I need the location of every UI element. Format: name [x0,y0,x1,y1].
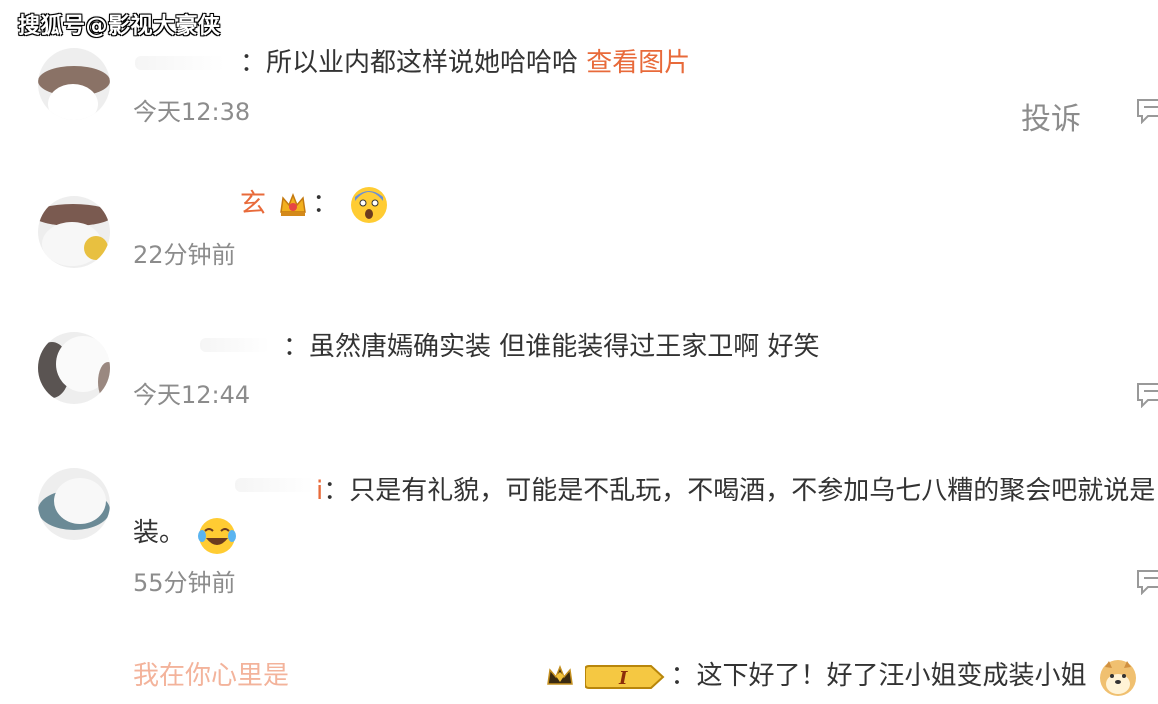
avatar[interactable] [38,48,110,120]
svg-text:I: I [618,668,628,689]
comment-time: 55分钟前 [133,569,236,597]
comment-time: 22分钟前 [133,241,236,269]
comment-text-line2: 装。 [133,512,237,554]
crown-badge-icon [280,192,307,216]
reply-icon[interactable] [1136,382,1158,408]
comment-time: 今天12:44 [133,381,251,409]
comment-body-continued: 装。 [133,518,186,548]
reply-icon[interactable] [1136,98,1158,124]
username-redacted [235,478,315,492]
avatar[interactable] [38,196,110,268]
watermark: 搜狐号@影视大豪侠 [18,14,221,39]
comment-body: ：这下好了！好了汪小姐变成装小姐 [670,661,1087,691]
comment-text: ：虽然唐嫣确实装 但谁能装得过王家卫啊 好笑 [283,326,820,363]
comment-body: ： [312,189,339,219]
comment-text: i：只是有礼貌，可能是不乱玩，不喝酒，不参加乌七八糟的聚会吧就说是 [316,470,1155,507]
avatar[interactable] [38,468,110,540]
vip-badge-icon: I [584,664,665,689]
comment-body: ：虽然唐嫣确实装 但谁能装得过王家卫啊 好笑 [283,332,820,362]
comment-time: 今天12:38 [133,98,251,126]
username-fragment[interactable]: 玄 [240,189,266,219]
comment-text: 我在你心里是 I ：这下好了！好了汪小姐变成装小姐 [133,655,1139,696]
laugh-cry-emoji-icon [197,516,237,554]
avatar[interactable] [38,332,110,404]
report-button[interactable]: 投诉 [1021,94,1081,138]
reply-icon[interactable] [1136,569,1158,595]
comment-body: ：只是有礼貌，可能是不乱玩，不喝酒，不参加乌七八糟的聚会吧就说是 [323,476,1156,506]
username-fragment[interactable]: 我在你心里是 [133,661,289,691]
comment-text: ：所以业内都这样说她哈哈哈 查看图片 [240,42,690,79]
comment-body: ：所以业内都这样说她哈哈哈 [240,48,587,78]
username-redacted [200,338,270,352]
crown-badge-icon [546,664,573,685]
comment-text: 玄 ： [240,183,391,223]
scream-emoji-icon [350,186,387,223]
doge-emoji-icon [1099,659,1136,696]
username-redacted [135,56,225,70]
view-image-link[interactable]: 查看图片 [586,48,690,78]
